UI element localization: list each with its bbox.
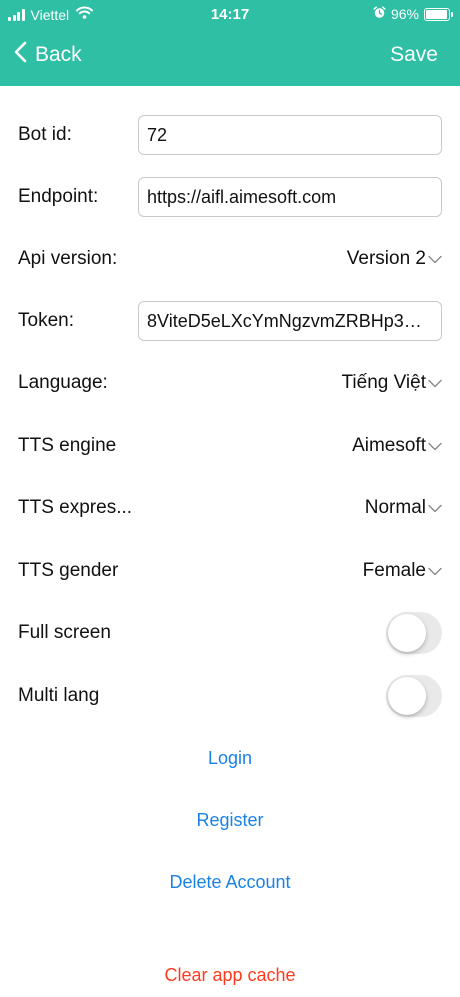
api-version-label: Api version: bbox=[18, 248, 118, 269]
api-version-value: Version 2 bbox=[346, 248, 426, 269]
chevron-down-icon bbox=[428, 248, 442, 270]
language-select[interactable]: Tiếng Việt bbox=[342, 361, 443, 405]
battery-icon bbox=[424, 7, 453, 21]
tts-expression-value: Normal bbox=[364, 497, 426, 518]
tts-engine-select[interactable]: Aimesoft bbox=[352, 424, 442, 468]
tts-expression-select[interactable]: Normal bbox=[365, 486, 442, 530]
clear-app-cache-link[interactable]: Clear app cache bbox=[0, 965, 460, 986]
tts-engine-row: TTS engine Aimesoft bbox=[0, 424, 460, 468]
api-version-select[interactable]: Version 2 bbox=[347, 237, 442, 281]
multi-lang-toggle[interactable] bbox=[386, 675, 442, 717]
tts-expression-label: TTS expres... bbox=[18, 497, 133, 518]
delete-account-link[interactable]: Delete Account bbox=[0, 872, 460, 893]
back-label: Back bbox=[35, 43, 82, 66]
bot-id-input[interactable]: 72 bbox=[138, 115, 442, 155]
chevron-down-icon bbox=[428, 435, 442, 457]
tts-gender-value: Female bbox=[362, 560, 426, 581]
full-screen-label: Full screen bbox=[18, 622, 111, 643]
tts-engine-label: TTS engine bbox=[18, 435, 117, 456]
endpoint-input[interactable]: https://aifl.aimesoft.com bbox=[138, 177, 442, 217]
battery-percent: 96% bbox=[390, 6, 419, 22]
chevron-down-icon bbox=[428, 372, 442, 394]
token-row: Token: 8ViteD5eLXcYmNgzvmZRBHp3OO... bbox=[0, 299, 460, 343]
language-label: Language: bbox=[18, 372, 108, 393]
alarm-clock-icon bbox=[373, 6, 386, 22]
token-input[interactable]: 8ViteD5eLXcYmNgzvmZRBHp3OO... bbox=[138, 301, 442, 341]
endpoint-label: Endpoint: bbox=[18, 186, 99, 207]
app-header: Viettel 14:17 96% Back Save bbox=[0, 0, 460, 86]
tts-expression-row: TTS expres... Normal bbox=[0, 486, 460, 530]
login-link[interactable]: Login bbox=[0, 748, 460, 769]
language-value: Tiếng Việt bbox=[341, 372, 427, 393]
language-row: Language: Tiếng Việt bbox=[0, 361, 460, 405]
back-button[interactable]: Back bbox=[14, 40, 82, 70]
status-right: 96% bbox=[373, 6, 453, 22]
tts-engine-value: Aimesoft bbox=[352, 435, 426, 456]
tts-gender-row: TTS gender Female bbox=[0, 549, 460, 593]
full-screen-toggle[interactable] bbox=[386, 612, 442, 654]
battery-fill bbox=[426, 9, 448, 19]
token-label: Token: bbox=[18, 310, 74, 331]
endpoint-row: Endpoint: https://aifl.aimesoft.com bbox=[0, 175, 460, 219]
bot-id-label: Bot id: bbox=[18, 124, 72, 145]
tts-gender-select[interactable]: Female bbox=[363, 549, 442, 593]
register-link[interactable]: Register bbox=[0, 810, 460, 831]
full-screen-row: Full screen bbox=[0, 611, 460, 655]
api-version-row: Api version: Version 2 bbox=[0, 237, 460, 281]
toggle-knob bbox=[388, 614, 426, 652]
multi-lang-label: Multi lang bbox=[18, 685, 100, 706]
bot-id-row: Bot id: 72 bbox=[0, 113, 460, 157]
chevron-down-icon bbox=[428, 497, 442, 519]
toggle-knob bbox=[388, 677, 426, 715]
multi-lang-row: Multi lang bbox=[0, 674, 460, 718]
chevron-down-icon bbox=[428, 560, 442, 582]
status-bar: Viettel 14:17 96% bbox=[0, 0, 460, 30]
chevron-left-icon bbox=[14, 41, 27, 69]
save-button[interactable]: Save bbox=[390, 40, 438, 70]
tts-gender-label: TTS gender bbox=[18, 560, 119, 581]
